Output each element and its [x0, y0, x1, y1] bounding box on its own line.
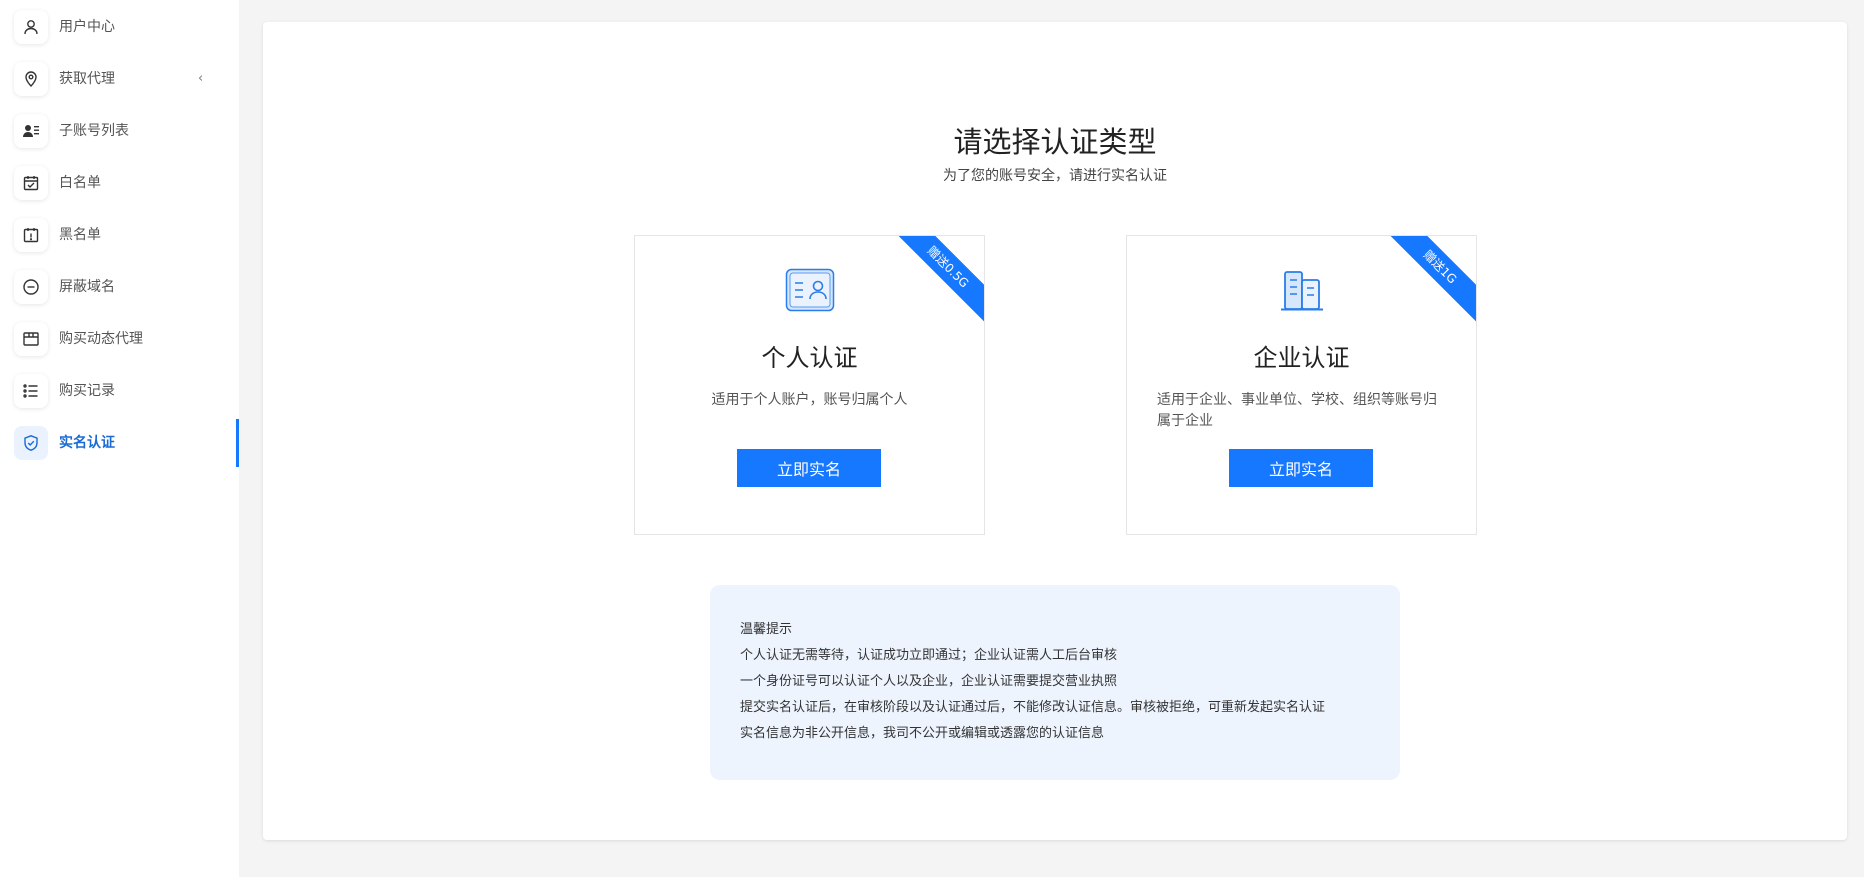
active-indicator	[236, 419, 239, 467]
card-title: 个人认证	[761, 344, 858, 372]
chevron-left-icon[interactable]: ‹	[198, 57, 203, 101]
sidebar-item-blacklist[interactable]: 黑名单	[0, 213, 239, 257]
calendar-alert-icon	[14, 218, 48, 252]
location-pin-icon	[14, 62, 48, 96]
enterprise-auth-card: 赠送1G 企业认证 适用于企业、事业单位、学校、组织等账号归属于企业 立即实名	[1126, 235, 1477, 535]
tips-line: 个人认证无需等待，认证成功立即通过；企业认证需人工后台审核	[740, 648, 1118, 663]
sidebar: 用户中心 获取代理 ‹ 子账号列表 白名单 黑名单 屏蔽域名 购买动态代理 购买…	[0, 0, 239, 877]
list-icon	[14, 374, 48, 408]
personal-verify-button[interactable]: 立即实名	[737, 449, 881, 487]
tips-line: 实名信息为非公开信息，我司不公开或编辑或透露您的认证信息	[740, 726, 1105, 741]
sidebar-item-whitelist[interactable]: 白名单	[0, 161, 239, 205]
sidebar-item-buy-dynamic-proxy[interactable]: 购买动态代理	[0, 317, 239, 361]
sidebar-item-purchase-records[interactable]: 购买记录	[0, 369, 239, 413]
user-icon	[14, 10, 48, 44]
sidebar-item-blocked-domains[interactable]: 屏蔽域名	[0, 265, 239, 309]
card-description: 适用于企业、事业单位、学校、组织等账号归属于企业	[1157, 392, 1437, 429]
id-card-icon	[635, 268, 984, 312]
sidebar-item-label: 实名认证	[59, 435, 115, 451]
sidebar-item-label: 购买记录	[59, 383, 115, 399]
minus-circle-icon	[14, 270, 48, 304]
sidebar-item-sub-accounts[interactable]: 子账号列表	[0, 109, 239, 153]
tips-line: 提交实名认证后，在审核阶段以及认证通过后，不能修改认证信息。审核被拒绝，可重新发…	[740, 700, 1326, 715]
tips-line: 一个身份证号可以认证个人以及企业，企业认证需要提交营业执照	[740, 674, 1118, 689]
page-subtitle: 为了您的账号安全，请进行实名认证	[943, 168, 1167, 184]
sidebar-item-label: 黑名单	[59, 227, 101, 243]
sidebar-item-label: 获取代理	[59, 71, 115, 87]
sidebar-item-label: 购买动态代理	[59, 331, 143, 347]
enterprise-verify-button[interactable]: 立即实名	[1229, 449, 1373, 487]
box-icon	[14, 322, 48, 356]
sidebar-item-label: 屏蔽域名	[59, 279, 115, 295]
calendar-check-icon	[14, 166, 48, 200]
shield-check-icon	[14, 426, 48, 460]
sidebar-item-real-name-auth[interactable]: 实名认证	[0, 421, 239, 465]
sidebar-item-label: 用户中心	[59, 19, 115, 35]
main-panel: 请选择认证类型 为了您的账号安全，请进行实名认证 赠送0.5G 个人认证 适用于…	[263, 22, 1847, 840]
card-description: 适用于个人账户，账号归属个人	[711, 392, 908, 408]
card-title: 企业认证	[1253, 344, 1350, 372]
building-icon	[1127, 268, 1476, 312]
sidebar-item-user-center[interactable]: 用户中心	[0, 5, 239, 49]
sidebar-item-label: 子账号列表	[59, 123, 129, 139]
tips-box: 温馨提示 个人认证无需等待，认证成功立即通过；企业认证需人工后台审核 一个身份证…	[710, 585, 1400, 780]
tips-heading: 温馨提示	[740, 622, 793, 637]
sub-account-list-icon	[14, 114, 48, 148]
sidebar-item-label: 白名单	[59, 175, 101, 191]
personal-auth-card: 赠送0.5G 个人认证 适用于个人账户，账号归属个人 立即实名	[634, 235, 985, 535]
page-title: 请选择认证类型	[953, 125, 1157, 159]
sidebar-item-get-proxy[interactable]: 获取代理 ‹	[0, 57, 239, 101]
